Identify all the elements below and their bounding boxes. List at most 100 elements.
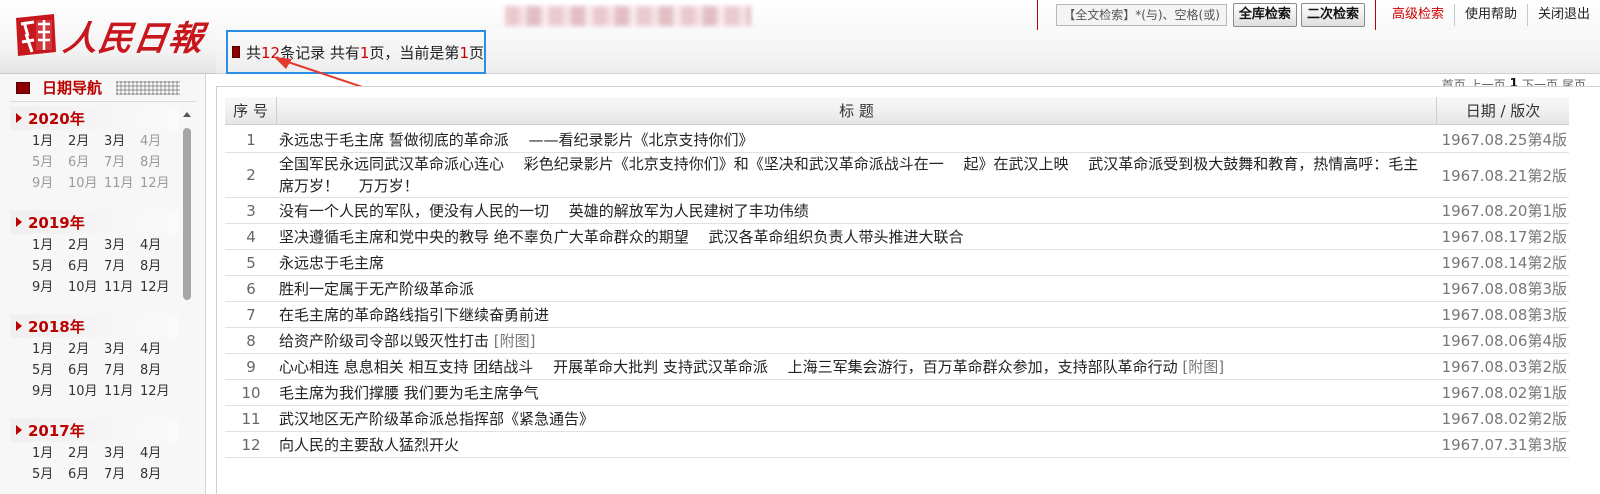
- advanced-search-link[interactable]: 高级检索: [1382, 0, 1454, 30]
- month-link[interactable]: 3月: [104, 132, 140, 152]
- row-title-cell: 永远忠于毛主席 誓做彻底的革命派 ——看纪录影片《北京支持你们》: [277, 129, 1437, 151]
- column-header-date: 日期 / 版次: [1465, 102, 1541, 120]
- month-link[interactable]: 11月: [104, 278, 140, 298]
- triangle-right-icon: [16, 113, 22, 123]
- article-title-link[interactable]: 在毛主席的革命路线指引下继续奋勇前进: [279, 306, 549, 324]
- month-link[interactable]: 12月: [140, 278, 176, 298]
- year-header[interactable]: 2020年: [10, 106, 178, 130]
- month-link[interactable]: 6月: [68, 361, 104, 381]
- row-date: 1967.08.25第4版: [1441, 131, 1567, 149]
- article-title-link[interactable]: 心心相连 息息相关 相互支持 团结战斗 开展革命大批判 支持武汉革命派 上海三军…: [279, 358, 1178, 376]
- month-link[interactable]: 4月: [140, 444, 176, 464]
- full-search-button[interactable]: 全库检索: [1232, 3, 1297, 27]
- article-title-link[interactable]: 毛主席为我们撑腰 我们要为毛主席争气: [279, 384, 539, 402]
- month-link[interactable]: 10月: [68, 382, 104, 402]
- month-link[interactable]: 8月: [140, 257, 176, 277]
- month-link[interactable]: 1月: [32, 132, 68, 152]
- article-title-link[interactable]: 永远忠于毛主席 誓做彻底的革命派 ——看纪录影片《北京支持你们》: [279, 131, 754, 149]
- logo[interactable]: 人民日報: [12, 8, 206, 62]
- row-number: 12: [241, 435, 261, 454]
- month-link[interactable]: 1月: [32, 444, 68, 464]
- month-link[interactable]: 11月: [104, 382, 140, 402]
- row-date: 1967.08.02第1版: [1441, 384, 1567, 402]
- row-title-cell: 向人民的主要敌人猛烈开火: [277, 434, 1437, 456]
- row-title-cell: 武汉地区无产阶级革命派总指挥部《紧急通告》: [277, 408, 1437, 430]
- help-link[interactable]: 使用帮助: [1455, 0, 1527, 30]
- month-link[interactable]: 3月: [104, 236, 140, 256]
- month-link[interactable]: 4月: [140, 340, 176, 360]
- year-header[interactable]: 2017年: [10, 418, 178, 442]
- dot-pattern-icon: [116, 80, 181, 95]
- divider: [1037, 0, 1039, 30]
- row-number: 5: [246, 253, 256, 272]
- year-header[interactable]: 2018年: [10, 314, 178, 338]
- attachment-link[interactable]: [附图]: [494, 332, 536, 350]
- year-header[interactable]: 2019年: [10, 210, 178, 234]
- article-title-link[interactable]: 全国军民永远同武汉革命派心连心 彩色纪录影片《北京支持你们》和《坚决和武汉革命派…: [279, 155, 1418, 195]
- table-row: 1 永远忠于毛主席 誓做彻底的革命派 ——看纪录影片《北京支持你们》 1967.08…: [225, 127, 1569, 153]
- flag-icon: [232, 46, 240, 58]
- scroll-thumb[interactable]: [183, 128, 191, 300]
- second-search-button[interactable]: 二次检索: [1300, 3, 1365, 27]
- results-table: 序 号 标 题 日期 / 版次 1 永远忠于毛主席 誓做彻底的革命派 ——看纪录影…: [216, 86, 1600, 494]
- month-link[interactable]: 4月: [140, 236, 176, 256]
- month-link: 6月: [68, 155, 90, 170]
- month-link[interactable]: 7月: [104, 361, 140, 381]
- month-link: 10月: [68, 176, 98, 191]
- search-input[interactable]: 【全文检索】*(与)、空格(或): [1056, 4, 1227, 26]
- month-link[interactable]: 9月: [32, 278, 68, 298]
- scroll-up-icon[interactable]: [183, 112, 191, 117]
- month-link[interactable]: 12月: [140, 382, 176, 402]
- month-grid: 1月 2月 3月 4月 5月 6月 7月 8月: [10, 444, 178, 485]
- month-link[interactable]: 2月: [68, 340, 104, 360]
- month-link[interactable]: 5月: [32, 465, 68, 485]
- article-title-link[interactable]: 永远忠于毛主席: [279, 254, 384, 272]
- month-link[interactable]: 2月: [68, 444, 104, 464]
- sidebar-scrollbar[interactable]: [180, 108, 194, 494]
- article-title-link[interactable]: 向人民的主要敌人猛烈开火: [279, 436, 459, 454]
- row-date: 1967.08.08第3版: [1441, 280, 1567, 298]
- article-title-link[interactable]: 武汉地区无产阶级革命派总指挥部《紧急通告》: [279, 410, 594, 428]
- row-date: 1967.08.02第2版: [1441, 410, 1567, 428]
- summary-suffix: 页: [468, 43, 484, 62]
- row-date: 1967.08.20第1版: [1441, 202, 1567, 220]
- exit-link[interactable]: 关闭退出: [1528, 0, 1600, 30]
- table-row: 8 给资产阶级司令部以毁灭性打击 [附图] 1967.08.06第4版: [225, 328, 1569, 354]
- row-number: 10: [241, 383, 261, 402]
- month-link[interactable]: 10月: [68, 278, 104, 298]
- row-title-cell: 永远忠于毛主席: [277, 252, 1437, 274]
- month-link[interactable]: 1月: [32, 340, 68, 360]
- month-link[interactable]: 6月: [68, 465, 104, 485]
- row-title-cell: 胜利一定属于无产阶级革命派: [277, 278, 1437, 300]
- month-link[interactable]: 5月: [32, 257, 68, 277]
- table-row: 2 全国军民永远同武汉革命派心连心 彩色纪录影片《北京支持你们》和《坚决和武汉革命…: [225, 153, 1569, 198]
- article-title-link[interactable]: 胜利一定属于无产阶级革命派: [279, 280, 474, 298]
- month-link[interactable]: 2月: [68, 236, 104, 256]
- year-label: 2020年: [28, 109, 85, 128]
- month-link[interactable]: 5月: [32, 361, 68, 381]
- month-link[interactable]: 1月: [32, 236, 68, 256]
- month-link[interactable]: 7月: [104, 257, 140, 277]
- month-link[interactable]: 3月: [104, 444, 140, 464]
- article-title-link[interactable]: 坚决遵循毛主席和党中央的教导 绝不辜负广大革命群众的期望 武汉各革命组织负责人带…: [279, 228, 964, 246]
- month-link: 8月: [140, 155, 162, 170]
- month-link: 5月: [32, 155, 54, 170]
- year-block: 2019年 1月 2月 3月 4月 5月 6月 7月 8月 9月 10月 11月 12月: [10, 210, 178, 298]
- year-block: 2017年 1月 2月 3月 4月 5月 6月 7月 8月: [10, 418, 178, 485]
- month-link[interactable]: 9月: [32, 382, 68, 402]
- article-title-link[interactable]: 给资产阶级司令部以毁灭性打击: [279, 332, 489, 350]
- table-row: 4 坚决遵循毛主席和党中央的教导 绝不辜负广大革命群众的期望 武汉各革命组织负责人…: [225, 224, 1569, 250]
- table-body: 1 永远忠于毛主席 誓做彻底的革命派 ——看纪录影片《北京支持你们》 1967.08…: [225, 127, 1569, 458]
- year-block: 2020年 1月 2月 3月 4月 5月 6月 7月 8月 9月 10月 11月 12月: [10, 106, 178, 194]
- month-link[interactable]: 8月: [140, 465, 176, 485]
- row-title-cell: 给资产阶级司令部以毁灭性打击 [附图]: [277, 330, 1437, 352]
- article-title-link[interactable]: 没有一个人民的军队，便没有人民的一切 英雄的解放军为人民建树了丰功伟绩: [279, 202, 809, 220]
- row-number: 4: [246, 227, 256, 246]
- month-link[interactable]: 8月: [140, 361, 176, 381]
- month-link: 4月: [140, 134, 162, 149]
- month-link[interactable]: 2月: [68, 132, 104, 152]
- month-link[interactable]: 6月: [68, 257, 104, 277]
- month-link[interactable]: 3月: [104, 340, 140, 360]
- month-link[interactable]: 7月: [104, 465, 140, 485]
- attachment-link[interactable]: [附图]: [1182, 358, 1224, 376]
